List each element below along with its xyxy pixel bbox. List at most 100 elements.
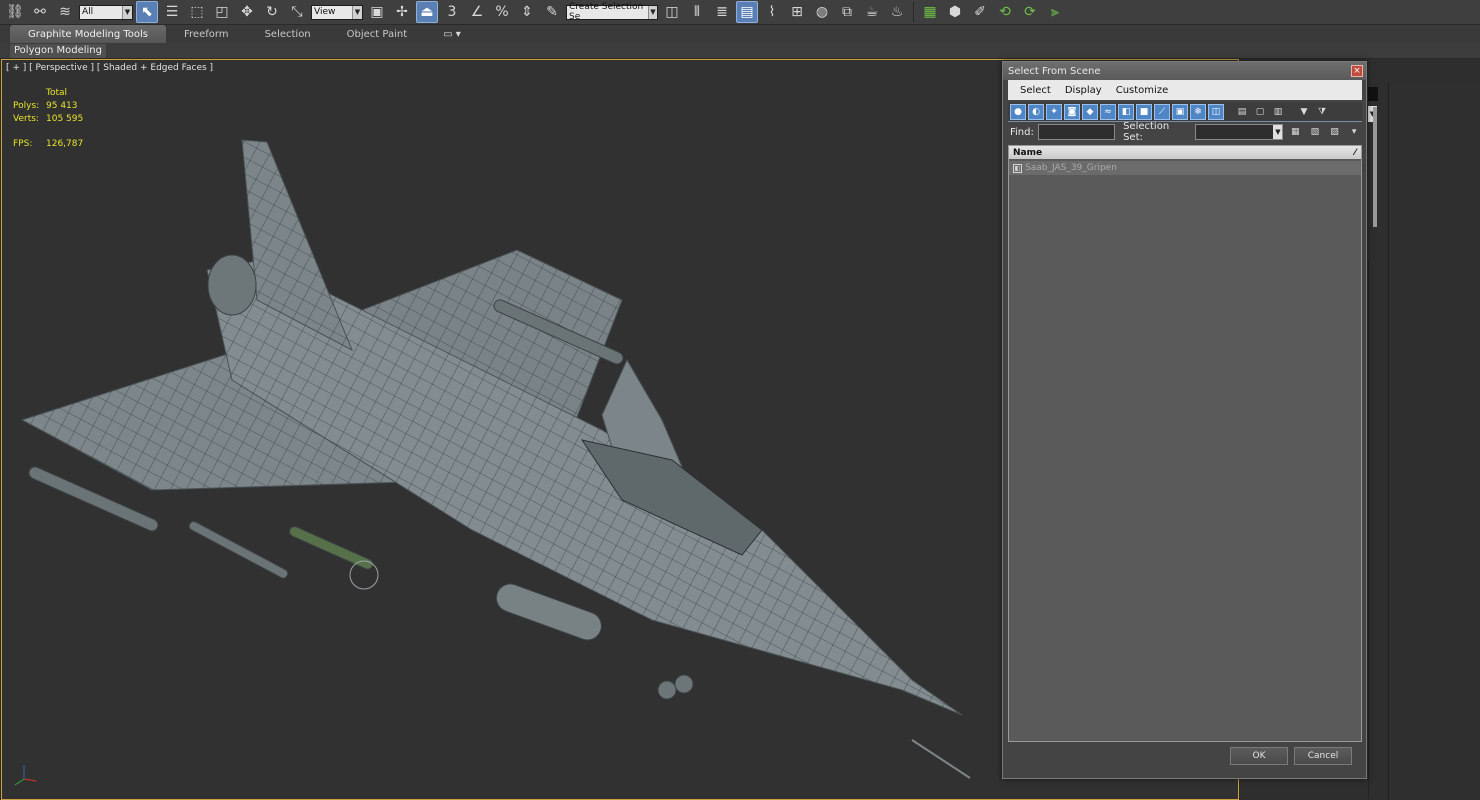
display-xrefs-icon[interactable]: ■: [1136, 103, 1152, 120]
rotate-icon[interactable]: ↻: [261, 1, 283, 23]
display-shapes-icon[interactable]: ◐: [1028, 103, 1044, 120]
menu-customize[interactable]: Customize: [1116, 85, 1169, 96]
tab-freeform[interactable]: Freeform: [166, 25, 247, 43]
playback-icon[interactable]: ⫸: [1044, 1, 1066, 23]
chevron-down-icon: ▼: [647, 5, 657, 19]
render-setup-icon[interactable]: ⧉: [836, 1, 858, 23]
cancel-button[interactable]: Cancel: [1294, 747, 1352, 765]
rendered-frame-window-icon[interactable]: ☕: [861, 1, 883, 23]
named-selection-set-dropdown[interactable]: Create Selection Se ▼: [566, 2, 658, 22]
ok-button[interactable]: OK: [1230, 747, 1288, 765]
display-spacewarps-icon[interactable]: ≈: [1100, 103, 1116, 120]
select-by-name-icon[interactable]: ☰: [161, 1, 183, 23]
window-crossing-icon[interactable]: ◰: [211, 1, 233, 23]
angle-snap-icon[interactable]: ∠: [466, 1, 488, 23]
jet-model: [20, 139, 971, 779]
filter-options-icon[interactable]: ⧩: [1314, 104, 1330, 120]
expand-toolbar-icon[interactable]: ▾: [1346, 124, 1362, 140]
render-production-icon[interactable]: ♨: [886, 1, 908, 23]
dialog-title-bar[interactable]: Select From Scene ×: [1003, 62, 1366, 80]
chevron-down-icon: ▼: [122, 5, 132, 19]
tab-graphite-modeling-tools[interactable]: Graphite Modeling Tools: [10, 25, 167, 43]
find-input[interactable]: [1037, 124, 1116, 140]
close-icon[interactable]: ×: [1351, 65, 1363, 77]
group-object-icon: ◧: [1013, 163, 1022, 173]
column-header-label: Name: [1013, 147, 1043, 158]
layer-manager-icon[interactable]: ≣: [711, 1, 733, 23]
command-panel-color-swatch[interactable]: [1368, 87, 1378, 101]
pivot-center-icon[interactable]: ▣: [366, 1, 388, 23]
rect-region-icon[interactable]: ⬚: [186, 1, 208, 23]
menu-display[interactable]: Display: [1065, 85, 1102, 96]
command-panel-scrollbar[interactable]: [1373, 107, 1377, 227]
ribbon-options-icon[interactable]: ▭ ▾: [425, 25, 461, 43]
display-hidden-icon[interactable]: ◫: [1208, 103, 1224, 120]
set-key-icon[interactable]: ⟲: [994, 1, 1016, 23]
snaps-toggle-icon[interactable]: 3: [441, 1, 463, 23]
spinner-snap-icon[interactable]: ⇕: [516, 1, 538, 23]
snaps-label: 3: [447, 4, 457, 20]
pitot-probe: [911, 739, 971, 779]
panel-polygon-modeling[interactable]: Polygon Modeling: [10, 43, 106, 58]
material-editor-icon[interactable]: ◍: [811, 1, 833, 23]
auto-key-icon[interactable]: ⟳: [1019, 1, 1041, 23]
bomb: [289, 526, 374, 570]
graphite-ribbon-icon[interactable]: ▤: [736, 1, 758, 23]
command-panel-rollout: [1388, 83, 1480, 800]
select-manipulate-icon[interactable]: ✢: [391, 1, 413, 23]
objects-icon[interactable]: ⬢: [944, 1, 966, 23]
scene-object-list[interactable]: Name ⁄ ◧ Saab_JAS_39_Gripen: [1008, 145, 1362, 742]
display-filter-toolbar: ● ◐ ✦ ◙ ◆ ≈ ◧ ■ ⟋ ▣ ❄ ◫ ▤ ▢ ▥ ▼ ⧩: [1008, 102, 1362, 122]
select-invert-icon[interactable]: ▨: [1327, 124, 1343, 140]
nose-gear-wheel: [657, 680, 677, 700]
display-all-icon[interactable]: ▤: [1234, 104, 1250, 120]
display-helpers-icon[interactable]: ◆: [1082, 103, 1098, 120]
edit-named-selection-icon[interactable]: ✎: [541, 1, 563, 23]
invert-display-icon[interactable]: ▥: [1270, 104, 1286, 120]
curve-editor-icon[interactable]: ⌇: [761, 1, 783, 23]
display-lights-icon[interactable]: ✦: [1046, 103, 1062, 120]
selection-set-dropdown[interactable]: ▼: [1194, 124, 1284, 140]
engine-nozzle: [207, 254, 257, 316]
move-icon[interactable]: ✥: [236, 1, 258, 23]
container-icon[interactable]: ▦: [919, 1, 941, 23]
drop-tank: [495, 583, 602, 641]
brush-icon[interactable]: ✐: [969, 1, 991, 23]
selection-filter-dropdown[interactable]: All ▼: [79, 4, 133, 20]
schematic-view-icon[interactable]: ⊞: [786, 1, 808, 23]
nose-gear-wheel: [674, 674, 694, 694]
unlink-icon[interactable]: ⚯: [29, 1, 51, 23]
column-header-name[interactable]: Name ⁄: [1009, 146, 1361, 159]
display-bones-icon[interactable]: ⟋: [1154, 103, 1170, 120]
bind-spacewarp-icon[interactable]: ≋: [54, 1, 76, 23]
named-selection-set-placeholder: Create Selection Se: [569, 2, 644, 22]
mirror-icon[interactable]: ◫: [661, 1, 683, 23]
display-none-icon[interactable]: ▢: [1252, 104, 1268, 120]
keyboard-shortcut-override-icon[interactable]: ⏏: [416, 1, 438, 23]
select-none-icon[interactable]: ▧: [1307, 124, 1323, 140]
select-object-icon[interactable]: ⬉: [136, 1, 158, 23]
link-icon[interactable]: ⛓: [4, 1, 26, 23]
main-toolbar: ⛓ ⚯ ≋ All ▼ ⬉ ☰ ⬚ ◰ ✥ ↻ ⤡ View ▼ ▣ ✢ ⏏ 3…: [0, 0, 1480, 25]
menu-select[interactable]: Select: [1020, 85, 1051, 96]
list-item[interactable]: ◧ Saab_JAS_39_Gripen: [1009, 161, 1361, 175]
display-cameras-icon[interactable]: ◙: [1064, 103, 1080, 120]
ribbon-panel: Polygon Modeling: [0, 43, 1480, 59]
tab-selection[interactable]: Selection: [247, 25, 329, 43]
display-groups-icon[interactable]: ◧: [1118, 103, 1134, 120]
filter-icon[interactable]: ▼: [1296, 104, 1312, 120]
chevron-down-icon: ▼: [352, 5, 362, 19]
display-frozen-icon[interactable]: ❄: [1190, 103, 1206, 120]
tab-object-paint[interactable]: Object Paint: [329, 25, 426, 43]
find-row: Find: Selection Set: ▼ ▦ ▧ ▨ ▾: [1008, 121, 1362, 143]
percent-snap-icon[interactable]: %: [491, 1, 513, 23]
dialog-menubar: Select Display Customize: [1008, 80, 1362, 100]
scale-icon[interactable]: ⤡: [286, 1, 308, 23]
dialog-title: Select From Scene: [1008, 65, 1101, 77]
display-geometry-icon[interactable]: ●: [1010, 103, 1026, 120]
select-all-icon[interactable]: ▦: [1287, 124, 1303, 140]
reference-coordinate-dropdown[interactable]: View ▼: [311, 4, 363, 20]
list-item-label: Saab_JAS_39_Gripen: [1025, 163, 1117, 173]
align-icon[interactable]: ⫴: [686, 1, 708, 23]
display-containers-icon[interactable]: ▣: [1172, 103, 1188, 120]
